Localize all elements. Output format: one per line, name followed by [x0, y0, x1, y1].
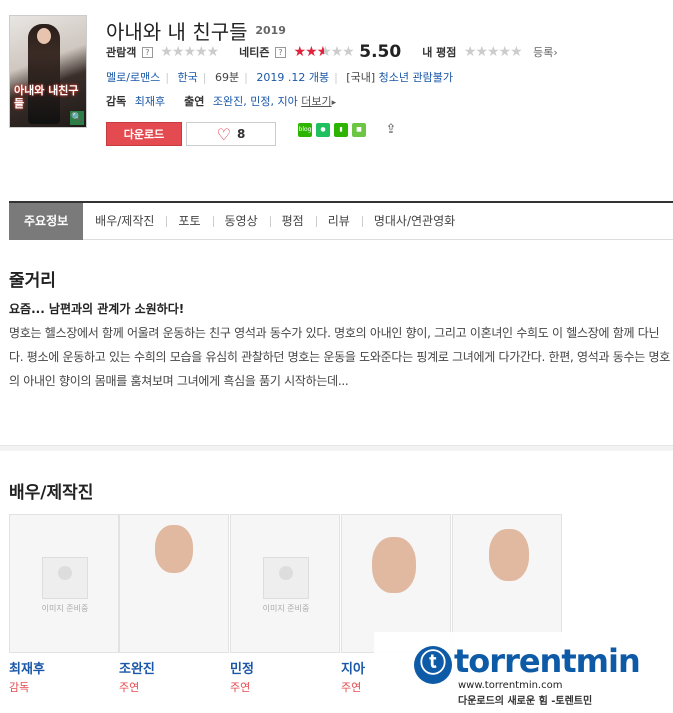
- cast-photo-placeholder[interactable]: 이미지 준비중: [230, 514, 340, 653]
- cast-card[interactable]: 이미지 준비중 민정 주연: [230, 514, 340, 695]
- tab-rating[interactable]: 평점: [269, 203, 316, 240]
- heart-icon: ♡: [216, 125, 231, 144]
- cast-name[interactable]: 조완진: [119, 658, 229, 677]
- watermark-brand: torrentmin: [454, 642, 641, 680]
- tab-main-info[interactable]: 주요정보: [9, 203, 84, 240]
- register-rating-link[interactable]: 등록›: [533, 44, 558, 60]
- no-image-text: 이미지 준비중: [262, 604, 310, 613]
- zoom-icon[interactable]: 🔍: [70, 111, 84, 125]
- rating-row: 관람객 ? ★★★★★ 네티즌 ? ★★★★★★ 5.50 내 평점 ★★★★★…: [106, 42, 558, 62]
- info-tabs: 주요정보 배우/제작진 포토 동영상 평점 리뷰 명대사/연관영화: [9, 201, 673, 240]
- country-link[interactable]: 한국: [178, 71, 198, 84]
- plot-body: 명호는 헬스장에서 함께 어울려 운동하는 친구 영석과 동수가 있다. 명호의…: [9, 326, 670, 388]
- memo-share-icon[interactable]: ■: [352, 122, 366, 137]
- movie-year: 2019: [255, 24, 286, 37]
- tab-photo[interactable]: 포토: [166, 203, 212, 240]
- cast-name[interactable]: 최재후: [9, 658, 119, 677]
- rating-prefix: [국내]: [346, 71, 376, 84]
- my-rating-label: 내 평점: [422, 46, 457, 59]
- people-row: 감독 최재후 출연 조완진, 민정, 지아 더보기▸: [106, 93, 336, 109]
- poster-title-text: 아내와 내친구들: [14, 84, 79, 110]
- cast-links[interactable]: 조완진, 민정, 지아: [213, 95, 298, 108]
- director-label: 감독: [106, 95, 127, 108]
- plot-section-title: 줄거리: [9, 271, 56, 291]
- cast-role: 주연: [230, 681, 251, 694]
- cast-name[interactable]: 민정: [230, 658, 340, 677]
- like-count: 8: [236, 127, 246, 141]
- tab-cast-crew[interactable]: 배우/제작진: [83, 203, 166, 240]
- movie-poster[interactable]: 아내와 내친구들 🔍: [9, 15, 87, 128]
- runtime: 69분: [215, 71, 240, 84]
- tab-quotes-related[interactable]: 명대사/연관영화: [361, 203, 467, 240]
- cast-card[interactable]: 조완진 주연: [119, 514, 229, 695]
- tab-review[interactable]: 리뷰: [315, 203, 362, 240]
- chevron-right-icon: ▸: [331, 98, 337, 108]
- netizen-label: 네티즌: [239, 46, 270, 59]
- help-icon[interactable]: ?: [141, 46, 153, 58]
- cast-label: 출연: [184, 95, 205, 108]
- bookmark-share-icon[interactable]: ▮: [334, 122, 348, 137]
- release-date-link[interactable]: 2019 .12 개봉: [256, 71, 329, 84]
- netizen-stars: ★★★★★★: [293, 44, 355, 60]
- cast-section-title: 배우/제작진: [9, 483, 94, 503]
- cast-photo-placeholder[interactable]: 이미지 준비중: [9, 514, 119, 653]
- netizen-score: 5.50: [359, 42, 402, 62]
- cast-card[interactable]: 이미지 준비중 최재후 감독: [9, 514, 119, 695]
- title-row: 아내와 내 친구들 2019: [106, 16, 286, 44]
- audience-label: 관람객: [106, 46, 137, 59]
- no-image-text: 이미지 준비중: [41, 604, 89, 613]
- torrentmin-logo-icon: ⓣ: [414, 646, 452, 684]
- age-rating-link[interactable]: 청소년 관람불가: [379, 71, 453, 84]
- export-share-icon[interactable]: ⇪: [384, 122, 398, 137]
- no-image-icon: [42, 557, 88, 599]
- tab-video[interactable]: 동영상: [212, 203, 270, 240]
- plot-headline: 요즘... 남편과의 관계가 소원하다!: [9, 302, 185, 316]
- director-link[interactable]: 최재후: [135, 95, 165, 108]
- movie-title[interactable]: 아내와 내 친구들: [106, 20, 248, 44]
- audience-stars: ★★★★★: [160, 44, 219, 60]
- poster-face: [37, 28, 51, 44]
- no-image-icon: [263, 557, 309, 599]
- more-cast-link[interactable]: 더보기: [301, 95, 331, 108]
- cast-photo[interactable]: [119, 514, 229, 653]
- watermark-tagline: 다운로드의 새로운 힘 -토렌트민: [458, 696, 593, 707]
- download-button[interactable]: 다운로드: [106, 122, 182, 146]
- share-bar: blog ● ▮ ■ ⇪: [298, 122, 402, 137]
- watermark: ⓣ torrentmin www.torrentmin.com 다운로드의 새로…: [374, 632, 673, 713]
- like-button[interactable]: ♡ 8: [186, 122, 276, 146]
- section-divider: [0, 445, 673, 451]
- watermark-url: www.torrentmin.com: [458, 680, 563, 691]
- cast-role: 감독: [9, 681, 30, 694]
- help-icon[interactable]: ?: [275, 46, 287, 58]
- meta-row: 멜로/로맨스 | 한국 | 69분 | 2019 .12 개봉 | [국내] 청소년 관…: [106, 71, 453, 84]
- band-share-icon[interactable]: ●: [316, 122, 330, 137]
- blog-share-icon[interactable]: blog: [298, 122, 312, 137]
- genre-link[interactable]: 멜로/로맨스: [106, 71, 160, 84]
- my-rating-stars[interactable]: ★★★★★: [464, 44, 523, 60]
- cast-role: 주연: [119, 681, 140, 694]
